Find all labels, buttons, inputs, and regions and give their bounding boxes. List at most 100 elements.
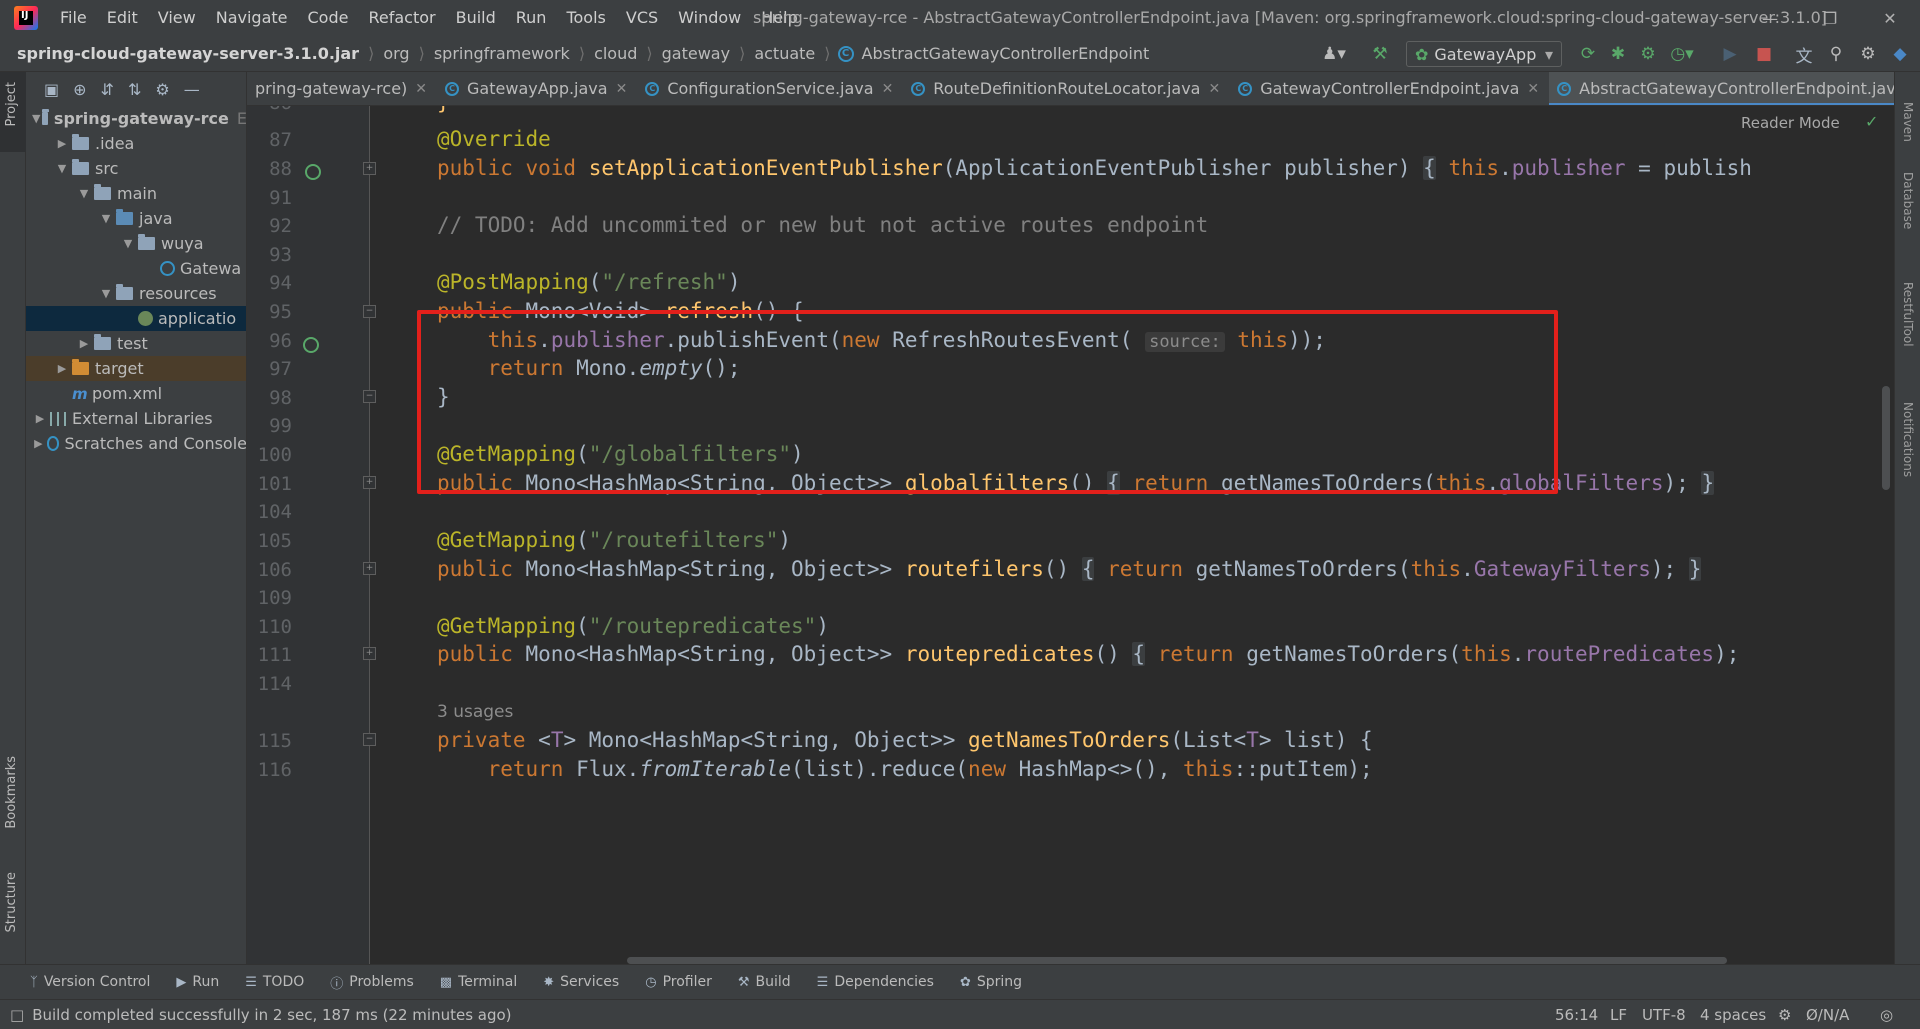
locate-icon[interactable]: ⊕	[73, 80, 86, 99]
line-number[interactable]: 101	[247, 473, 292, 495]
tree-item-test[interactable]: ▶ test	[26, 331, 246, 356]
chevron-down-icon[interactable]: ▼	[76, 187, 92, 200]
breadcrumb-cloud[interactable]: cloud	[592, 44, 639, 63]
chevron-right-icon[interactable]: ▶	[32, 437, 45, 450]
problems-tab[interactable]: ⓘ Problems	[330, 973, 414, 992]
restful-tool-tab[interactable]: RestfulTool	[1901, 282, 1915, 347]
reader-mode-toggle[interactable]: Reader Mode	[1741, 114, 1840, 132]
tab-gatewayapp[interactable]: C GatewayApp.java ✕	[437, 72, 637, 105]
notifications-tab[interactable]: Notifications	[1901, 402, 1915, 477]
bookmarks-tab[interactable]: Bookmarks	[4, 756, 19, 829]
profiler-tab[interactable]: ◷ Profiler	[645, 974, 712, 990]
menu-vcs[interactable]: VCS	[616, 0, 668, 36]
menu-view[interactable]: View	[148, 0, 206, 36]
chevron-down-icon[interactable]: ▼	[54, 162, 70, 175]
line-number[interactable]: 105	[247, 530, 292, 552]
expand-all-icon[interactable]: ⇵	[101, 80, 114, 99]
chevron-down-icon[interactable]: ▼	[32, 112, 40, 125]
fold-toggle[interactable]: −	[363, 390, 376, 403]
menu-window[interactable]: Window	[668, 0, 751, 36]
tree-item-idea[interactable]: ▶ .idea	[26, 131, 246, 156]
fold-toggle[interactable]: +	[363, 562, 376, 575]
gear-icon[interactable]: ⚙	[1856, 42, 1880, 66]
tree-item-target[interactable]: ▶ target	[26, 356, 246, 381]
menu-build[interactable]: Build	[446, 0, 506, 36]
line-number[interactable]: 94	[247, 272, 292, 294]
horizontal-scrollbar[interactable]	[627, 957, 1727, 964]
menu-navigate[interactable]: Navigate	[206, 0, 298, 36]
breadcrumb-actuate[interactable]: actuate	[752, 44, 817, 63]
jetbrains-toolbox-icon[interactable]: ◆	[1888, 42, 1912, 66]
line-number[interactable]: 99	[247, 415, 292, 437]
fold-toggle[interactable]: +	[363, 647, 376, 660]
gear-icon[interactable]: ⚙	[155, 80, 169, 99]
user-icon[interactable]: ♟▾	[1322, 42, 1346, 66]
chevron-down-icon[interactable]: ▼	[120, 237, 136, 250]
override-method-icon[interactable]	[305, 164, 321, 180]
indent-setting[interactable]: 4 spaces	[1700, 1000, 1766, 1029]
tree-item-gatewa[interactable]: Gatewa	[26, 256, 246, 281]
line-number[interactable]: 109	[247, 587, 292, 609]
menu-edit[interactable]: Edit	[97, 0, 148, 36]
tree-item-applicatio[interactable]: applicatio	[26, 306, 246, 331]
close-icon[interactable]: ✕	[1208, 81, 1220, 97]
close-icon[interactable]: ✕	[1527, 81, 1539, 97]
vcs-branch[interactable]: Ø/N/A	[1806, 1000, 1849, 1029]
line-number[interactable]: 104	[247, 501, 292, 523]
line-number[interactable]: 100	[247, 444, 292, 466]
caret-position[interactable]: 56:14	[1555, 1000, 1598, 1029]
line-number[interactable]: 86	[247, 106, 292, 114]
intellij-logo-icon[interactable]: IJ	[14, 6, 38, 30]
build-hammer-icon[interactable]: ⚒	[1368, 42, 1392, 66]
breadcrumb-org[interactable]: org	[381, 44, 411, 63]
endpoint-mapping-icon[interactable]	[303, 337, 319, 353]
menu-tools[interactable]: Tools	[556, 0, 615, 36]
services-tab[interactable]: ✸ Services	[543, 974, 619, 990]
stop-icon[interactable]: ■	[1752, 42, 1776, 66]
line-number[interactable]: 91	[247, 187, 292, 209]
menu-run[interactable]: Run	[506, 0, 557, 36]
profile-icon[interactable]: ◷▾	[1670, 42, 1694, 66]
status-message[interactable]: Build completed successfully in 2 sec, 1…	[32, 1006, 511, 1024]
resume-icon[interactable]: ▶	[1718, 42, 1742, 66]
tree-item-resources[interactable]: ▼ resources	[26, 281, 246, 306]
chevron-right-icon[interactable]: ▶	[54, 362, 70, 375]
breadcrumb-jar[interactable]: spring-cloud-gateway-server-3.1.0.jar	[15, 44, 361, 63]
line-number[interactable]: 88	[247, 158, 292, 180]
spring-tab[interactable]: ✿ Spring	[960, 974, 1022, 990]
line-number[interactable]: 98	[247, 387, 292, 409]
tree-item-main[interactable]: ▼ main	[26, 181, 246, 206]
tree-item-src[interactable]: ▼ src	[26, 156, 246, 181]
tab-gatewaycontrollerendpoint[interactable]: C GatewayControllerEndpoint.java ✕	[1230, 72, 1549, 105]
run-tab[interactable]: ▶ Run	[176, 974, 219, 990]
maven-tab[interactable]: Maven	[1901, 102, 1915, 142]
minimize-icon[interactable]: —	[1740, 0, 1800, 36]
collapse-all-icon[interactable]: ⇅	[128, 80, 141, 99]
build-tab[interactable]: ⚒ Build	[738, 974, 791, 990]
chevron-right-icon[interactable]: ▶	[32, 412, 48, 425]
toggle-tool-windows-icon[interactable]: □	[10, 1006, 24, 1024]
line-number[interactable]: 114	[247, 673, 292, 695]
line-number[interactable]: 106	[247, 559, 292, 581]
tree-item-scratches-and-console[interactable]: ▶ Scratches and Console	[26, 431, 246, 456]
file-encoding[interactable]: UTF-8	[1642, 1000, 1686, 1029]
line-number[interactable]: 95	[247, 301, 292, 323]
line-number[interactable]: 111	[247, 644, 292, 666]
tree-item-pom-xml[interactable]: m pom.xml	[26, 381, 246, 406]
event-log-icon[interactable]: ◎	[1880, 1000, 1893, 1029]
hide-panel-icon[interactable]: —	[184, 80, 200, 99]
tab-configurationservice[interactable]: C ConfigurationService.java ✕	[637, 72, 903, 105]
tree-item-spring-gateway-rce[interactable]: ▼ spring-gateway-rce E	[26, 106, 246, 131]
breadcrumb-gateway[interactable]: gateway	[660, 44, 732, 63]
tree-item-java[interactable]: ▼ java	[26, 206, 246, 231]
close-icon[interactable]: ✕	[1860, 0, 1920, 36]
fold-toggle[interactable]: +	[363, 162, 376, 175]
terminal-tab[interactable]: ▩ Terminal	[440, 974, 517, 990]
project-tab[interactable]: Project	[4, 82, 19, 126]
panel-layout-icon[interactable]: ▣	[44, 80, 59, 99]
run-configuration-select[interactable]: ✿ GatewayApp ▾	[1406, 41, 1562, 67]
vertical-scrollbar[interactable]	[1882, 386, 1890, 490]
line-number[interactable]: 92	[247, 215, 292, 237]
tree-item-wuya[interactable]: ▼ wuya	[26, 231, 246, 256]
close-icon[interactable]: ✕	[882, 81, 894, 97]
